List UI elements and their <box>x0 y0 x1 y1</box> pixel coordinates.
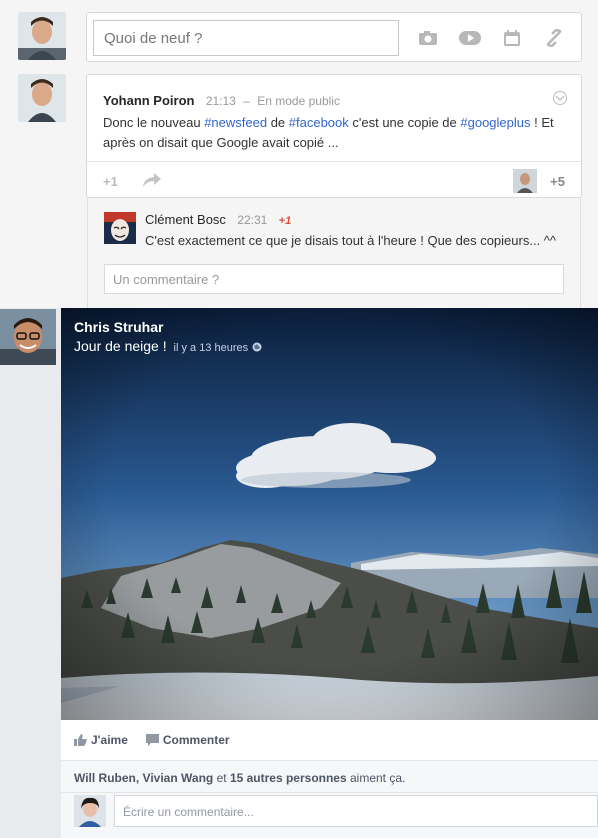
post-author[interactable]: Yohann Poiron <box>103 93 194 108</box>
author-avatar[interactable] <box>18 74 66 122</box>
comments-section: Clément Bosc 22:31 +1 C'est exactement c… <box>87 198 581 308</box>
composer-box: Quoi de neuf ? <box>86 12 582 62</box>
comment-text: C'est exactement ce que je disais tout à… <box>145 233 556 248</box>
comment-button[interactable]: Commenter <box>145 733 230 747</box>
post-menu-chevron-icon[interactable] <box>553 91 567 105</box>
likes-summary: Will Ruben, Vivian Wang et 15 autres per… <box>61 760 598 792</box>
like-button[interactable]: J'aime <box>74 733 128 747</box>
comment-author[interactable]: Clément Bosc <box>145 212 226 227</box>
fb-action-bar: J'aime Commenter <box>61 720 598 760</box>
fb-author-avatar[interactable] <box>0 309 56 365</box>
camera-icon[interactable] <box>417 27 439 49</box>
fb-comment-row: Écrire un commentaire... <box>61 792 598 838</box>
fb-post-author[interactable]: Chris Struhar <box>74 319 163 335</box>
share-icon[interactable] <box>143 173 161 192</box>
current-user-avatar[interactable] <box>74 795 106 827</box>
post-text: Donc le nouveau #newsfeed de #facebook c… <box>103 115 554 150</box>
video-icon[interactable] <box>459 27 481 49</box>
likers-names[interactable]: Will Ruben, Vivian Wang <box>74 771 213 785</box>
post-time[interactable]: 21:13 <box>206 94 236 108</box>
post-visibility[interactable]: En mode public <box>257 94 340 108</box>
post-actions: +1 +5 <box>87 161 581 199</box>
gplus-stream: Quoi de neuf ? Yohann Poiron 21:13 – En … <box>0 0 598 308</box>
hashtag-googleplus[interactable]: #googleplus <box>460 115 530 130</box>
thumbs-up-icon <box>74 734 87 746</box>
calendar-icon[interactable] <box>501 27 523 49</box>
comment-input[interactable]: Un commentaire ? <box>104 264 564 294</box>
fb-post: Chris Struhar Jour de neige ! il y a 13 … <box>61 308 598 838</box>
plus-count[interactable]: +5 <box>550 174 565 189</box>
fb-comment-input[interactable]: Écrire un commentaire... <box>114 795 598 827</box>
user-avatar[interactable] <box>18 12 66 60</box>
plusoner-avatar[interactable] <box>513 169 537 193</box>
plus-one-button[interactable]: +1 <box>103 174 118 189</box>
whats-new-input[interactable]: Quoi de neuf ? <box>93 20 399 56</box>
link-icon[interactable] <box>543 27 565 49</box>
fb-post-time[interactable]: il y a 13 heures <box>174 342 249 354</box>
hashtag-facebook[interactable]: #facebook <box>289 115 349 130</box>
comment-time[interactable]: 22:31 <box>237 213 267 227</box>
commenter-avatar[interactable] <box>104 212 136 244</box>
fb-post-status: Jour de neige ! il y a 13 heures <box>74 338 262 354</box>
speech-bubble-icon <box>145 734 159 746</box>
hashtag-newsfeed[interactable]: #newsfeed <box>204 115 267 130</box>
comment-plus-one[interactable]: +1 <box>279 215 292 227</box>
gplus-post: Yohann Poiron 21:13 – En mode public Don… <box>86 74 582 198</box>
globe-icon[interactable] <box>252 338 262 354</box>
likers-others[interactable]: 15 autres personnes <box>230 771 347 785</box>
fb-post-photo[interactable]: Chris Struhar Jour de neige ! il y a 13 … <box>61 308 598 720</box>
